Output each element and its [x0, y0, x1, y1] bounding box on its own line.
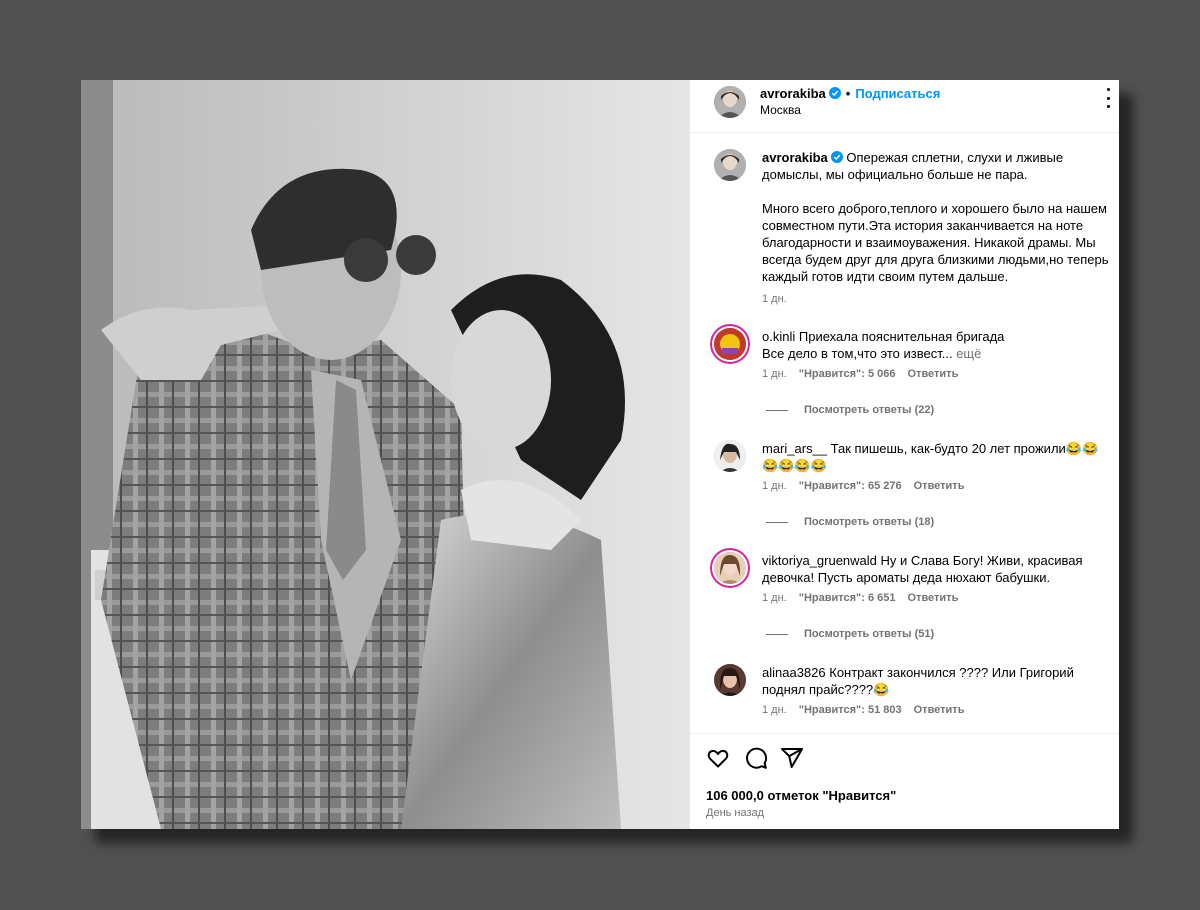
caption-time: 1 дн.: [762, 293, 787, 305]
comment-likes[interactable]: "Нравится": 6 651: [799, 592, 896, 604]
commenter-username[interactable]: viktoriya_gruenwald: [762, 553, 877, 568]
post-photo[interactable]: [81, 80, 690, 829]
reply-button[interactable]: Ответить: [914, 480, 965, 492]
caption-meta: 1 дн.: [762, 293, 1114, 305]
comment-time: 1 дн.: [762, 480, 787, 492]
view-replies-button[interactable]: Посмотреть ответы (51): [766, 628, 934, 640]
reply-button[interactable]: Ответить: [908, 592, 959, 604]
caption-text-block: avrorakiba Опережая сплетни, слухи и лжи…: [762, 149, 1114, 285]
author-line: avrorakiba • Подписаться: [760, 86, 940, 101]
comment-meta: 1 дн. "Нравится": 51 803 Ответить: [762, 704, 1114, 716]
reply-button[interactable]: Ответить: [914, 704, 965, 716]
comment-time: 1 дн.: [762, 368, 787, 380]
comment-item: viktoriya_gruenwald Ну и Слава Богу! Жив…: [714, 552, 1114, 604]
comment-text-block: mari_ars__ Так пишешь, как-будто 20 лет …: [762, 440, 1114, 474]
comment-text-block: alinaa3826 Контракт закончился ???? Или …: [762, 664, 1114, 698]
commenter-avatar[interactable]: [714, 440, 746, 472]
photo-illustration: [81, 80, 690, 829]
likes-count[interactable]: 106 000,0 отметок "Нравится": [706, 788, 896, 803]
view-replies-label: Посмотреть ответы (22): [804, 404, 935, 416]
post-time: День назад: [706, 807, 765, 819]
comment-time: 1 дн.: [762, 704, 787, 716]
heart-icon[interactable]: [706, 746, 730, 770]
caption-text: Опережая сплетни, слухи и лживые домыслы…: [762, 150, 1109, 284]
verified-icon: [830, 150, 843, 163]
comment-likes[interactable]: "Нравится": 5 066: [799, 368, 896, 380]
comment-meta: 1 дн. "Нравится": 6 651 Ответить: [762, 592, 1114, 604]
comment-time: 1 дн.: [762, 592, 787, 604]
author-username[interactable]: avrorakiba: [760, 86, 826, 101]
commenter-username[interactable]: mari_ars__: [762, 441, 827, 456]
commenter-avatar[interactable]: [714, 664, 746, 696]
more-icon[interactable]: [1107, 88, 1113, 108]
comment-meta: 1 дн. "Нравится": 5 066 Ответить: [762, 368, 1114, 380]
caption-username[interactable]: avrorakiba: [762, 150, 828, 165]
caption-avatar[interactable]: [714, 149, 746, 181]
follow-button[interactable]: Подписаться: [855, 86, 940, 101]
verified-icon: [828, 87, 841, 99]
comment-text-block: o.kinli Приехала пояснительная бригада В…: [762, 328, 1114, 362]
comment-item: alinaa3826 Контракт закончился ???? Или …: [714, 664, 1114, 716]
view-replies-button[interactable]: Посмотреть ответы (22): [766, 404, 934, 416]
post-caption: avrorakiba Опережая сплетни, слухи и лжи…: [714, 149, 1114, 305]
replies-line: [766, 409, 788, 411]
post-window: avrorakiba • Подписаться Москва avrorakiba…: [81, 80, 1119, 829]
post-header: avrorakiba • Подписаться Москва: [690, 80, 1119, 133]
comments-list[interactable]: avrorakiba Опережая сплетни, слухи и лжи…: [690, 133, 1119, 733]
replies-line: [766, 521, 788, 523]
post-sidebar: avrorakiba • Подписаться Москва avrorakiba…: [690, 80, 1119, 829]
more-link[interactable]: ещё: [956, 346, 981, 361]
comment-icon[interactable]: [744, 746, 768, 770]
separator-dot: •: [845, 86, 851, 101]
commenter-username[interactable]: alinaa3826: [762, 665, 826, 680]
comment-likes[interactable]: "Нравится": 51 803: [799, 704, 902, 716]
comment-likes[interactable]: "Нравится": 65 276: [799, 480, 902, 492]
view-replies-label: Посмотреть ответы (51): [804, 628, 935, 640]
post-actions: 106 000,0 отметок "Нравится" День назад: [690, 733, 1119, 829]
commenter-username[interactable]: o.kinli: [762, 329, 795, 344]
post-location[interactable]: Москва: [760, 103, 801, 117]
commenter-avatar[interactable]: [714, 552, 746, 584]
share-icon[interactable]: [780, 746, 804, 770]
comment-item: mari_ars__ Так пишешь, как-будто 20 лет …: [714, 440, 1114, 492]
author-avatar[interactable]: [714, 86, 746, 118]
replies-line: [766, 633, 788, 635]
view-replies-label: Посмотреть ответы (18): [804, 516, 935, 528]
commenter-avatar[interactable]: [714, 328, 746, 360]
comment-text-block: viktoriya_gruenwald Ну и Слава Богу! Жив…: [762, 552, 1114, 586]
reply-button[interactable]: Ответить: [908, 368, 959, 380]
comment-item: o.kinli Приехала пояснительная бригада В…: [714, 328, 1114, 380]
view-replies-button[interactable]: Посмотреть ответы (18): [766, 516, 934, 528]
comment-meta: 1 дн. "Нравится": 65 276 Ответить: [762, 480, 1114, 492]
